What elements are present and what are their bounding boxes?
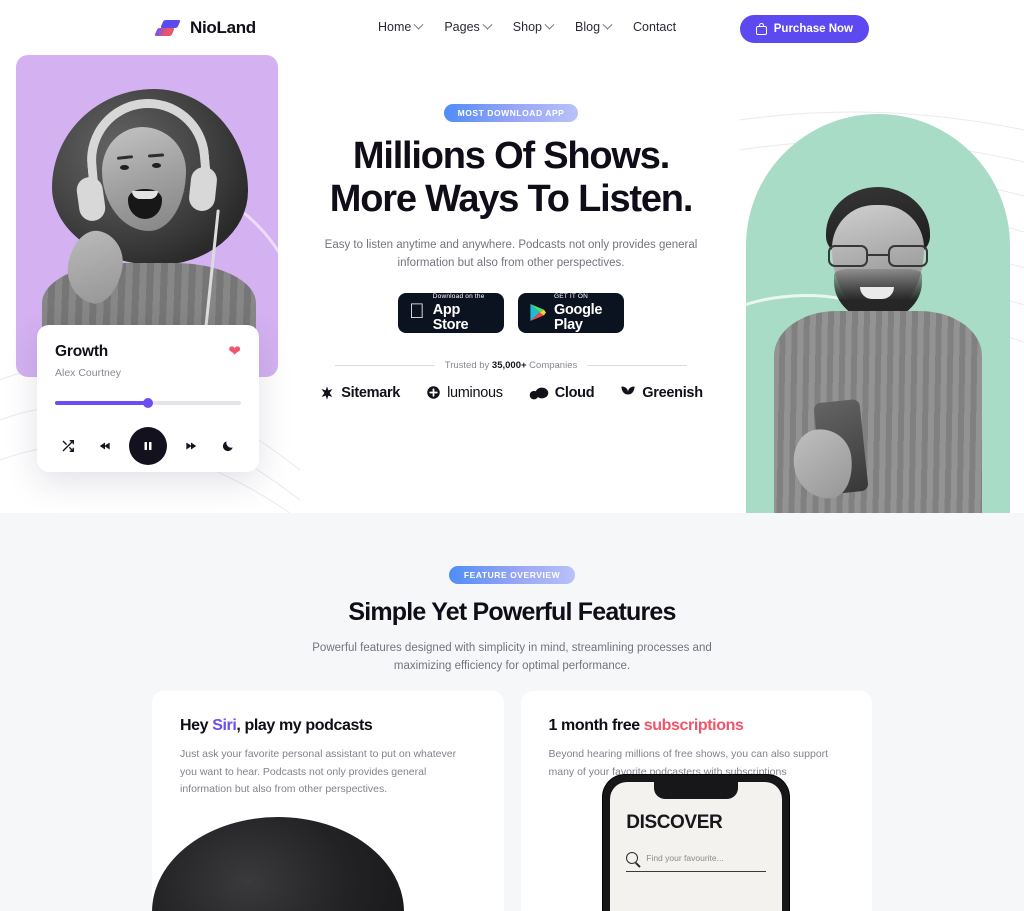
chevron-down-icon [482,19,493,30]
nav-item-label: Blog [575,20,601,34]
player-progress-fill [55,401,148,405]
apple-icon:  [409,301,425,322]
search-placeholder: Find your favourite... [646,853,724,863]
app-store-buttons:  Download on the App Store [280,292,742,333]
discover-heading: DISCOVER [626,812,723,833]
google-play-small-label: GET IT ON [554,292,589,300]
app-store-large-label: App Store [417,303,484,332]
search-icon [626,852,639,864]
nav-menu: Home Pages Shop Blog Contact [378,19,676,34]
player-progress-knob[interactable] [143,398,153,408]
card-title-post: , play my podcasts [236,717,373,734]
logo-label: Sitemark [341,384,401,401]
features-header: FEATURE OVERVIEW Simple Yet Powerful Fea… [0,513,1024,676]
hero-content: MOST DOWNLOAD APP Millions Of Shows. Mor… [280,0,742,401]
nioland-logo-icon [154,17,181,39]
google-play-button[interactable]: GET IT ON Google Play [518,292,624,333]
feature-card-title: Hey Siri, play my podcasts [180,717,476,735]
chevron-down-icon [602,19,613,30]
app-store-small-label: Download on the [417,293,485,307]
logo-sitemark: Sitemark [319,385,400,401]
player-track-title: Growth [55,343,109,360]
brand-name: NioLand [190,18,256,37]
top-navbar: NioLand Home Pages Shop Blog Contact Pur… [0,0,1024,58]
trusted-by-row: Trusted by 35,000+ Companies [280,360,742,371]
purchase-now-label: Purchase Now [773,23,853,35]
nav-item-home[interactable]: Home [378,19,424,34]
google-play-icon [529,303,546,322]
hero-right-image [740,106,1024,513]
nav-item-label: Home [378,20,412,34]
feature-card-subscriptions: 1 month free subscriptions Beyond hearin… [520,691,872,911]
trusted-by-text: Trusted by 35,000+ Companies [445,360,577,371]
card-title-highlight: subscriptions [643,717,744,734]
partner-logos: Sitemark luminous Cloud Greenish [280,385,742,401]
nav-item-blog[interactable]: Blog [575,19,613,34]
player-artist-name: Alex Courtney [55,367,121,379]
app-store-button[interactable]:  Download on the App Store [398,292,504,333]
logo-luminous: luminous [426,385,503,401]
trusted-count: 35,000+ [491,359,527,371]
feature-card-text: Just ask your favorite personal assistan… [180,748,457,796]
shopping-bag-icon [755,23,767,35]
features-title: Simple Yet Powerful Features [348,598,676,626]
nav-item-label: Pages [444,20,480,34]
logo-cloud: Cloud [529,385,595,401]
hero-section: NioLand Home Pages Shop Blog Contact Pur… [0,0,1024,513]
logo-label: Greenish [642,384,703,401]
divider-line [334,364,435,366]
asterisk-icon [321,386,333,400]
feature-card-title: 1 month free subscriptions [549,717,845,735]
player-progress-bar[interactable] [55,398,241,408]
nav-item-shop[interactable]: Shop [512,19,555,34]
music-player-card: Growth ❤ Alex Courtney [37,325,259,472]
shuffle-button[interactable] [55,433,81,459]
phone-screen: DISCOVER Find your favourite... [610,782,783,911]
chevron-down-icon [544,19,555,30]
features-badge: FEATURE OVERVIEW [448,566,576,584]
trusted-prefix: Trusted by [444,359,492,371]
leaf-icon [621,386,635,395]
google-play-large-label: Google Play [554,302,603,333]
feature-card-siri: Hey Siri, play my podcasts Just ask your… [152,691,504,911]
hero-title: Millions Of Shows. More Ways To Listen. [280,135,742,222]
plus-circle-icon [427,386,440,400]
hero-badge: MOST DOWNLOAD APP [443,104,579,122]
nav-item-pages[interactable]: Pages [444,19,493,34]
logo-greenish: Greenish [620,384,703,401]
logo-label: Cloud [554,384,595,401]
previous-button[interactable] [92,433,118,459]
brand-logo-link[interactable]: NioLand [154,17,256,39]
phone-notch [654,782,739,799]
cloud-icon [529,387,549,400]
feature-cards: Hey Siri, play my podcasts Just ask your… [0,691,1024,911]
purchase-now-button[interactable]: Purchase Now [739,15,869,43]
divider-line [587,364,688,366]
pause-button[interactable] [129,427,167,465]
hero-title-line-1: Millions Of Shows. [352,135,670,177]
hero-title-line-2: More Ways To Listen. [329,178,694,221]
nav-item-label: Shop [512,20,542,34]
card-title-pre: 1 month free [548,717,644,734]
nav-item-contact[interactable]: Contact [633,20,676,34]
man-with-phone-photo [774,183,982,513]
sleep-timer-button[interactable] [215,433,241,459]
hero-subtitle: Easy to listen anytime and anywhere. Pod… [324,238,698,270]
heart-icon[interactable]: ❤ [228,344,241,359]
card-title-highlight: Siri [212,717,237,734]
phone-mockup: DISCOVER Find your favourite... [603,775,790,911]
headphone-photo [152,817,404,911]
next-button[interactable] [178,433,204,459]
chevron-down-icon [413,19,424,30]
nav-item-label: Contact [633,20,677,34]
player-controls [55,427,241,465]
card-title-pre: Hey [180,717,213,734]
page-root: NioLand Home Pages Shop Blog Contact Pur… [0,0,1024,911]
features-subtitle: Powerful features designed with simplici… [312,642,712,673]
phone-search-field[interactable]: Find your favourite... [626,852,767,872]
trusted-suffix: Companies [526,359,578,371]
logo-label: luminous [447,384,503,401]
